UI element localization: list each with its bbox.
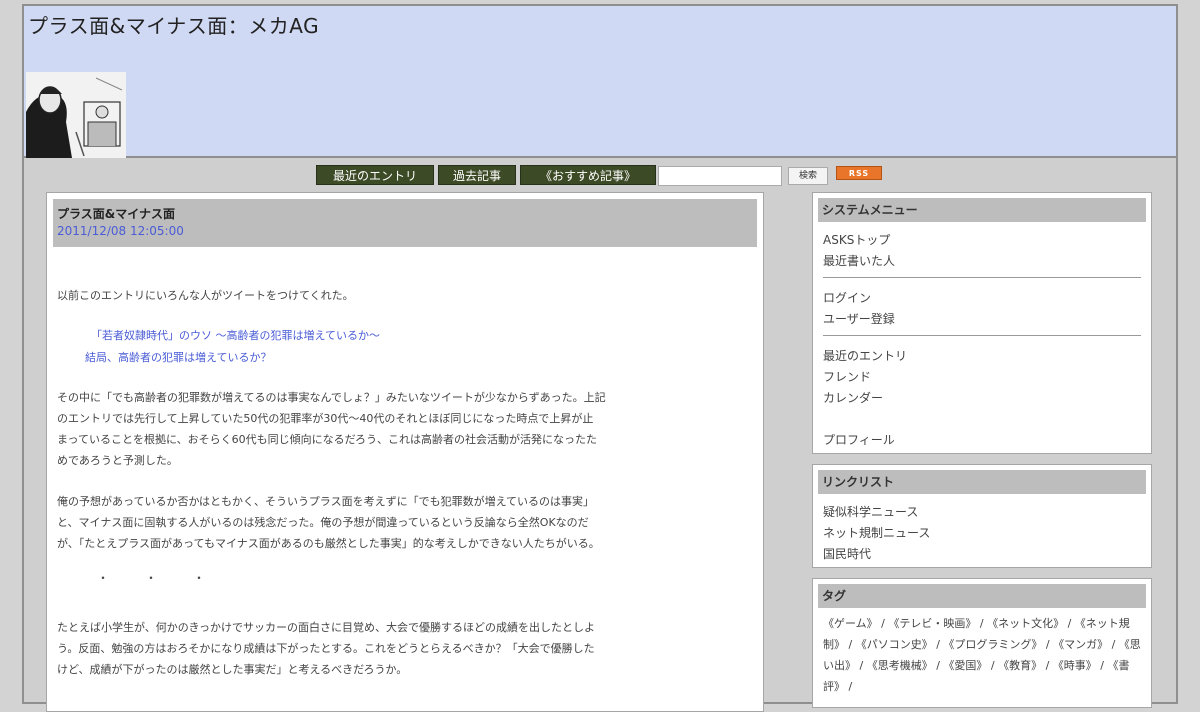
article-title[interactable]: プラス面&マイナス面 xyxy=(57,205,175,222)
paragraph-3-line-3: が、「たとえプラス面があってもマイナス面があるのも厳然とした事実」的な考えしかで… xyxy=(57,537,600,550)
tags-heading: タグ xyxy=(818,584,1146,608)
tags-box: タグ 《ゲーム》 / 《テレビ・映画》 / 《ネット文化》 / 《ネット規制》 … xyxy=(812,578,1152,708)
article: プラス面&マイナス面 2011/12/08 12:05:00 以前このエントリに… xyxy=(46,192,764,712)
sidebar-item-calendar[interactable]: カレンダー xyxy=(823,389,883,406)
paragraph-4-line-3: けど、成績が下がったのは厳然とした事実だ」と考えるべきだろうか。 xyxy=(57,663,408,676)
avatar xyxy=(26,72,126,158)
sidebar-item-asks-top[interactable]: ASKSトップ xyxy=(823,231,890,248)
paragraph-4-line-1: たとえば小学生が、何かのきっかけでサッカーの面白さに目覚め、大会で優勝するほどの… xyxy=(57,621,596,634)
sidebar-item-recent-writers[interactable]: 最近書いた人 xyxy=(823,252,895,269)
nav-recommended-button[interactable]: 《おすすめ記事》 xyxy=(520,165,656,185)
sidebar-item-recent-entries[interactable]: 最近のエントリ xyxy=(823,347,907,364)
link-list-heading: リンクリスト xyxy=(818,470,1146,494)
rss-icon[interactable]: RSS xyxy=(836,166,882,180)
link-young-slaves-myth[interactable]: 「若者奴隷時代」のウソ 〜高齢者の犯罪は増えているか〜 xyxy=(91,327,380,343)
site-header: プラス面&マイナス面：メカAG xyxy=(22,4,1178,158)
paragraph-2-line-2: のエントリでは先行して上昇していた50代の犯罪率が30代〜40代のそれとほぼ同じ… xyxy=(57,412,594,425)
paragraph-3-line-1: 俺の予想があっているか否かはともかく、そういうプラス面を考えずに「でも犯罪数が増… xyxy=(57,495,595,508)
separator-dots: ・・・ xyxy=(97,571,242,585)
article-date[interactable]: 2011/12/08 12:05:00 xyxy=(57,224,184,238)
search-input[interactable] xyxy=(658,166,782,186)
system-menu-heading: システムメニュー xyxy=(818,198,1146,222)
sidebar-link-net-regulation-news[interactable]: ネット規制ニュース xyxy=(823,524,930,541)
article-header: プラス面&マイナス面 2011/12/08 12:05:00 xyxy=(53,199,757,247)
sidebar-item-login[interactable]: ログイン xyxy=(823,289,871,306)
system-menu-box: システムメニュー ASKSトップ 最近書いた人 ログイン ユーザー登録 最近のエ… xyxy=(812,192,1152,454)
nav-archive-button[interactable]: 過去記事 xyxy=(438,165,516,185)
search-button[interactable]: 検索 xyxy=(788,167,828,185)
nav-recent-entries-button[interactable]: 最近のエントリ xyxy=(316,165,434,185)
divider xyxy=(823,277,1141,278)
paragraph-2-line-3: まっていることを根拠に、おそらく60代も同じ傾向になるだろう、これは高齢者の社会… xyxy=(57,433,598,446)
paragraph-1: 以前このエントリにいろんな人がツイートをつけてくれた。 xyxy=(57,289,354,302)
link-elderly-crime[interactable]: 結局、高齢者の犯罪は増えているか？ xyxy=(85,349,271,365)
sidebar-item-friends[interactable]: フレンド xyxy=(823,368,871,385)
divider xyxy=(823,335,1141,336)
sidebar-item-profile[interactable]: プロフィール xyxy=(823,431,895,448)
sidebar-link-pseudoscience-news[interactable]: 疑似科学ニュース xyxy=(823,503,918,520)
sidebar-link-kokumin-jidai[interactable]: 国民時代 xyxy=(823,545,871,562)
paragraph-2-line-1: その中に「でも高齢者の犯罪数が増えてるのは事実なんでしょ？」みたいなツイートが少… xyxy=(57,391,606,404)
link-list-box: リンクリスト 疑似科学ニュース ネット規制ニュース 国民時代 xyxy=(812,464,1152,568)
site-title[interactable]: プラス面&マイナス面：メカAG xyxy=(28,10,319,39)
paragraph-2-line-4: めであろうと予測した。 xyxy=(57,454,178,467)
tag-cloud[interactable]: 《ゲーム》 / 《テレビ・映画》 / 《ネット文化》 / 《ネット規制》 / 《… xyxy=(823,613,1145,697)
paragraph-4-line-2: う。反面、勉強の方はおろそかになり成績は下がったとする。これをどうとらえるべきか… xyxy=(57,642,595,655)
sidebar-item-register[interactable]: ユーザー登録 xyxy=(823,310,895,327)
paragraph-3-line-2: と、マイナス面に固執する人がいるのは残念だった。俺の予想が間違っているという反論… xyxy=(57,516,589,529)
